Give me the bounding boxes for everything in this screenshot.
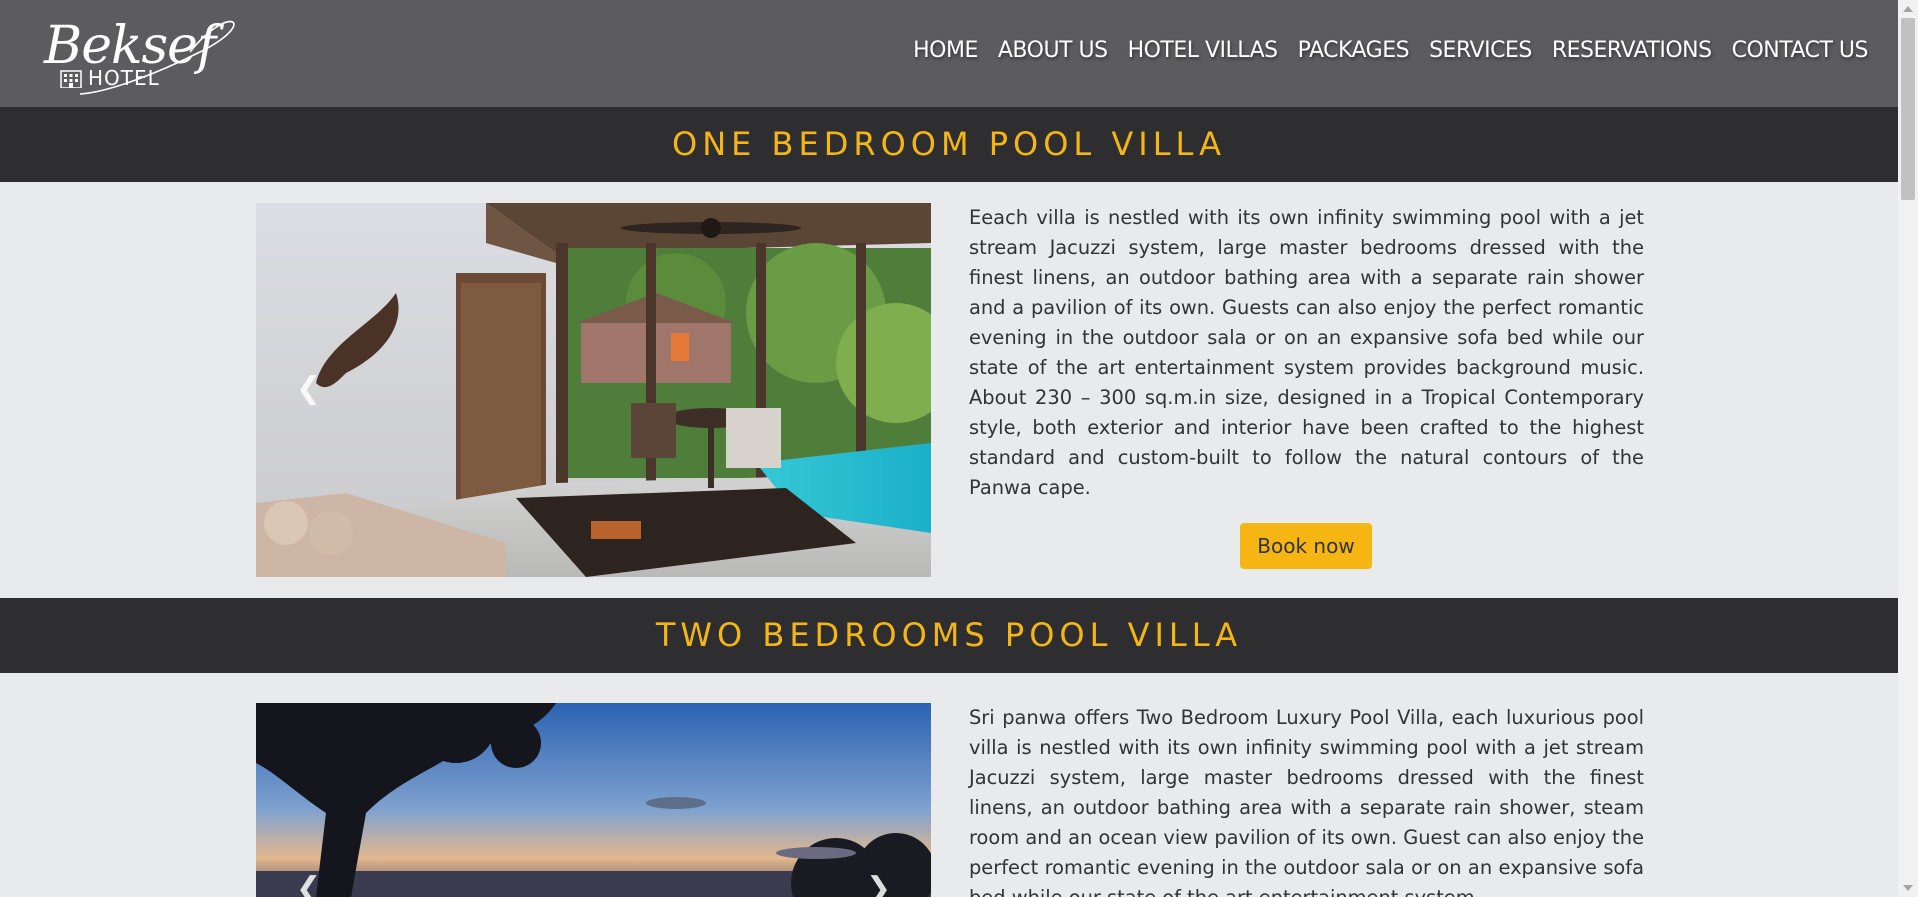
- scroll-up-arrow-icon[interactable]: [1903, 6, 1913, 12]
- scroll-thumb[interactable]: [1901, 18, 1915, 200]
- nav-packages[interactable]: PACKAGES: [1298, 38, 1410, 63]
- nav-services[interactable]: SERVICES: [1429, 38, 1532, 63]
- building-icon: [60, 70, 82, 88]
- nav-about-us[interactable]: ABOUT US: [998, 38, 1108, 63]
- book-now-button[interactable]: Book now: [1240, 523, 1372, 569]
- page: Beksef HOTEL HOME ABOUT US HOTEL VILLAS …: [0, 0, 1898, 897]
- site-header: Beksef HOTEL HOME ABOUT US HOTEL VILLAS …: [0, 0, 1898, 107]
- nav-hotel-villas[interactable]: HOTEL VILLAS: [1128, 38, 1279, 63]
- nav-contact-us[interactable]: CONTACT US: [1732, 38, 1869, 63]
- villa-photo-carousel-2[interactable]: ❮ ❯: [256, 703, 931, 897]
- main-nav: HOME ABOUT US HOTEL VILLAS PACKAGES SERV…: [913, 38, 1868, 63]
- villa-sunset-photo: [256, 703, 931, 897]
- villa-description: Eeach villa is nestled with its own infi…: [969, 206, 1644, 499]
- hotel-logo[interactable]: Beksef HOTEL: [40, 12, 250, 97]
- chevron-left-icon[interactable]: ❮: [296, 871, 321, 897]
- page-scrollbar[interactable]: [1898, 0, 1918, 897]
- villa-photo-carousel-1[interactable]: ❮: [256, 203, 931, 577]
- section-banner-one-bedroom: ONE BEDROOM POOL VILLA: [0, 107, 1898, 182]
- chevron-right-icon[interactable]: ❯: [866, 871, 891, 897]
- scroll-down-arrow-icon[interactable]: [1903, 885, 1913, 891]
- nav-home[interactable]: HOME: [913, 38, 978, 63]
- villa-description: Sri panwa offers Two Bedroom Luxury Pool…: [969, 706, 1644, 897]
- section-banner-two-bedrooms: TWO BEDROOMS POOL VILLA: [0, 598, 1898, 673]
- section-title: ONE BEDROOM POOL VILLA: [672, 125, 1226, 163]
- chevron-left-icon[interactable]: ❮: [296, 371, 321, 406]
- section-title: TWO BEDROOMS POOL VILLA: [655, 616, 1243, 654]
- villa-interior-photo: [256, 203, 931, 577]
- logo-hotel-text: HOTEL: [88, 66, 160, 90]
- nav-reservations[interactable]: RESERVATIONS: [1552, 38, 1712, 63]
- logo-sub: HOTEL: [60, 66, 160, 90]
